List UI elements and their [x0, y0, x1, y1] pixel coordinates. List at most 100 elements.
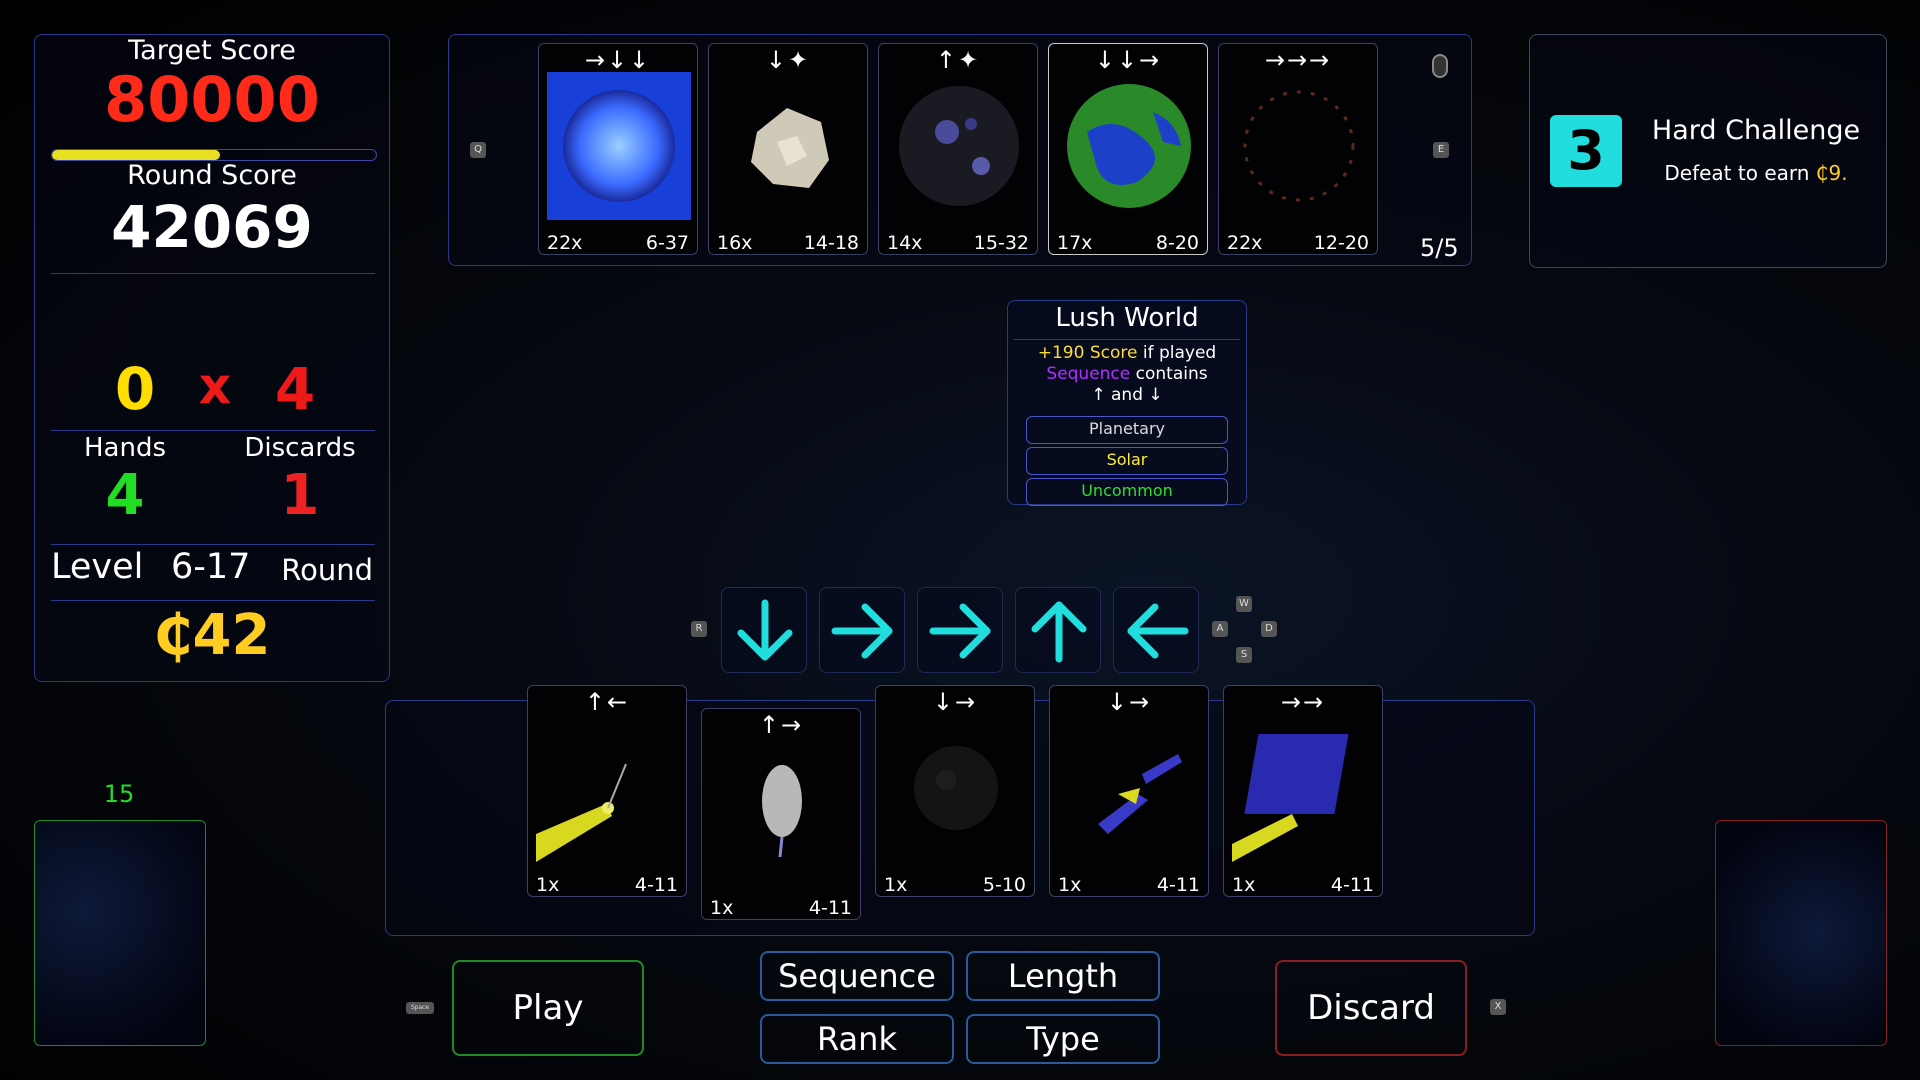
sort-length-button[interactable]: Length — [966, 951, 1160, 1001]
round-score-label: Round Score — [127, 160, 297, 191]
down-arrow-icon — [737, 599, 793, 661]
card-multiplier: 14x — [887, 232, 923, 254]
card-rank: 15-32 — [973, 232, 1029, 254]
card-arrows: ↓→ — [1106, 688, 1152, 716]
card-multiplier: 1x — [1058, 874, 1082, 896]
hand-card[interactable]: ↓→ 1x 4-11 — [1049, 685, 1209, 897]
sort-sequence-button[interactable]: Sequence — [760, 951, 954, 1001]
sequence-slot — [1113, 587, 1199, 673]
key-s: S — [1236, 647, 1252, 663]
up-arrow-icon — [1031, 601, 1087, 663]
card-art — [887, 72, 1031, 220]
hand-card[interactable]: ↑→ 1x 4-11 — [701, 708, 861, 920]
right-arrow-icon — [929, 603, 991, 659]
card-multiplier: 1x — [536, 874, 560, 896]
card-rank: 4-11 — [1156, 874, 1200, 896]
challenge-subtitle-text: Defeat to earn — [1664, 161, 1810, 185]
top_row-card[interactable]: ↓↓→ 17x 8-20 — [1048, 43, 1208, 255]
hand-card[interactable]: ↑← 1x 4-11 — [527, 685, 687, 897]
discard-button[interactable]: Discard — [1275, 960, 1467, 1056]
sort-rank-button[interactable]: Rank — [760, 1014, 954, 1064]
key-q: Q — [470, 142, 486, 158]
round-word: Round — [281, 553, 373, 587]
money-value: ₵42 — [153, 603, 271, 668]
card-rank: 8-20 — [1155, 232, 1199, 254]
sequence-slot — [721, 587, 807, 673]
tooltip-bonus: +190 Score — [1037, 343, 1138, 363]
divider — [51, 600, 375, 601]
card-art — [1058, 714, 1202, 862]
challenge-subtitle: Defeat to earn ₵9. — [1630, 161, 1882, 185]
tooltip-text: if played — [1137, 343, 1217, 363]
key-r: R — [691, 621, 707, 637]
sort-type-button[interactable]: Type — [966, 1014, 1160, 1064]
hand-card[interactable]: ↓→ 1x 5-10 — [875, 685, 1035, 897]
sequence-slot — [1015, 587, 1101, 673]
key-d: D — [1261, 621, 1277, 637]
card-tooltip: Lush World +190 Score if played Sequence… — [1007, 300, 1247, 506]
card-art — [1232, 714, 1376, 862]
card-art — [717, 72, 861, 220]
play-button[interactable]: Play — [452, 960, 644, 1056]
tag-uncommon: Uncommon — [1026, 478, 1228, 506]
mult-value: 4 — [274, 355, 316, 423]
key-x: X — [1490, 999, 1506, 1015]
tooltip-text: ↑ and ↓ — [1091, 385, 1163, 405]
hands-value: 4 — [105, 463, 145, 528]
card-rank: 4-11 — [1330, 874, 1374, 896]
key-e: E — [1433, 142, 1449, 158]
left-arrow-icon — [1127, 603, 1189, 659]
score-progress-fill — [52, 150, 221, 160]
top_row-card[interactable]: →↓↓ 22x 6-37 — [538, 43, 698, 255]
card-multiplier: 16x — [717, 232, 753, 254]
card-rank: 14-18 — [803, 232, 859, 254]
hand-card[interactable]: →→ 1x 4-11 — [1223, 685, 1383, 897]
card-multiplier: 22x — [547, 232, 583, 254]
draw-pile[interactable] — [34, 820, 206, 1046]
card-arrows: ↓↓→ — [1094, 46, 1162, 74]
card-multiplier: 1x — [1232, 874, 1256, 896]
divider — [51, 544, 375, 545]
card-art — [547, 72, 691, 220]
challenge-panel: 3 Hard Challenge Defeat to earn ₵9. — [1529, 34, 1887, 268]
tooltip-text: contains — [1130, 364, 1208, 384]
card-art — [536, 714, 680, 862]
card-arrows: ↑← — [584, 688, 630, 716]
card-arrows: ↑✦ — [935, 46, 981, 74]
card-rank: 4-11 — [808, 897, 852, 919]
target-score-value: 80000 — [104, 63, 320, 136]
top_row-card[interactable]: →→→ 22x 12-20 — [1218, 43, 1378, 255]
card-multiplier: 17x — [1057, 232, 1093, 254]
tooltip-title: Lush World — [1055, 303, 1199, 333]
card-art — [1057, 72, 1201, 220]
tag-solar: Solar — [1026, 447, 1228, 475]
top_row-card[interactable]: ↓✦ 16x 14-18 — [708, 43, 868, 255]
tooltip-description: +190 Score if played Sequence contains ↑… — [1008, 343, 1246, 406]
key-space: Space — [406, 1002, 434, 1014]
discards-value: 1 — [280, 463, 320, 528]
divider — [1014, 339, 1240, 340]
card-rank: 4-11 — [634, 874, 678, 896]
challenge-badge: 3 — [1550, 115, 1622, 187]
sequence-slot — [819, 587, 905, 673]
card-arrows: ↑→ — [758, 711, 804, 739]
discard-pile[interactable] — [1715, 820, 1887, 1046]
stats-panel: Target Score 80000 Round Score 42069 0 x… — [34, 34, 390, 682]
discards-label: Discards — [244, 433, 356, 463]
level-value: 6-17 — [171, 547, 251, 587]
divider — [51, 430, 375, 431]
card-arrows: ↓→ — [932, 688, 978, 716]
key-w: W — [1236, 596, 1252, 612]
deck-count: 15 — [103, 780, 135, 808]
card-rank: 5-10 — [982, 874, 1026, 896]
chips-value: 0 — [114, 355, 156, 423]
challenge-title: Hard Challenge — [1651, 115, 1861, 146]
hands-label: Hands — [83, 433, 166, 463]
card-arrows: →↓↓ — [584, 46, 652, 74]
card-art — [710, 737, 854, 885]
card-art — [884, 714, 1028, 862]
card-rank: 12-20 — [1313, 232, 1369, 254]
challenge-reward: ₵9. — [1815, 161, 1848, 185]
top_row-card[interactable]: ↑✦ 14x 15-32 — [878, 43, 1038, 255]
tooltip-keyword: Sequence — [1046, 364, 1131, 384]
